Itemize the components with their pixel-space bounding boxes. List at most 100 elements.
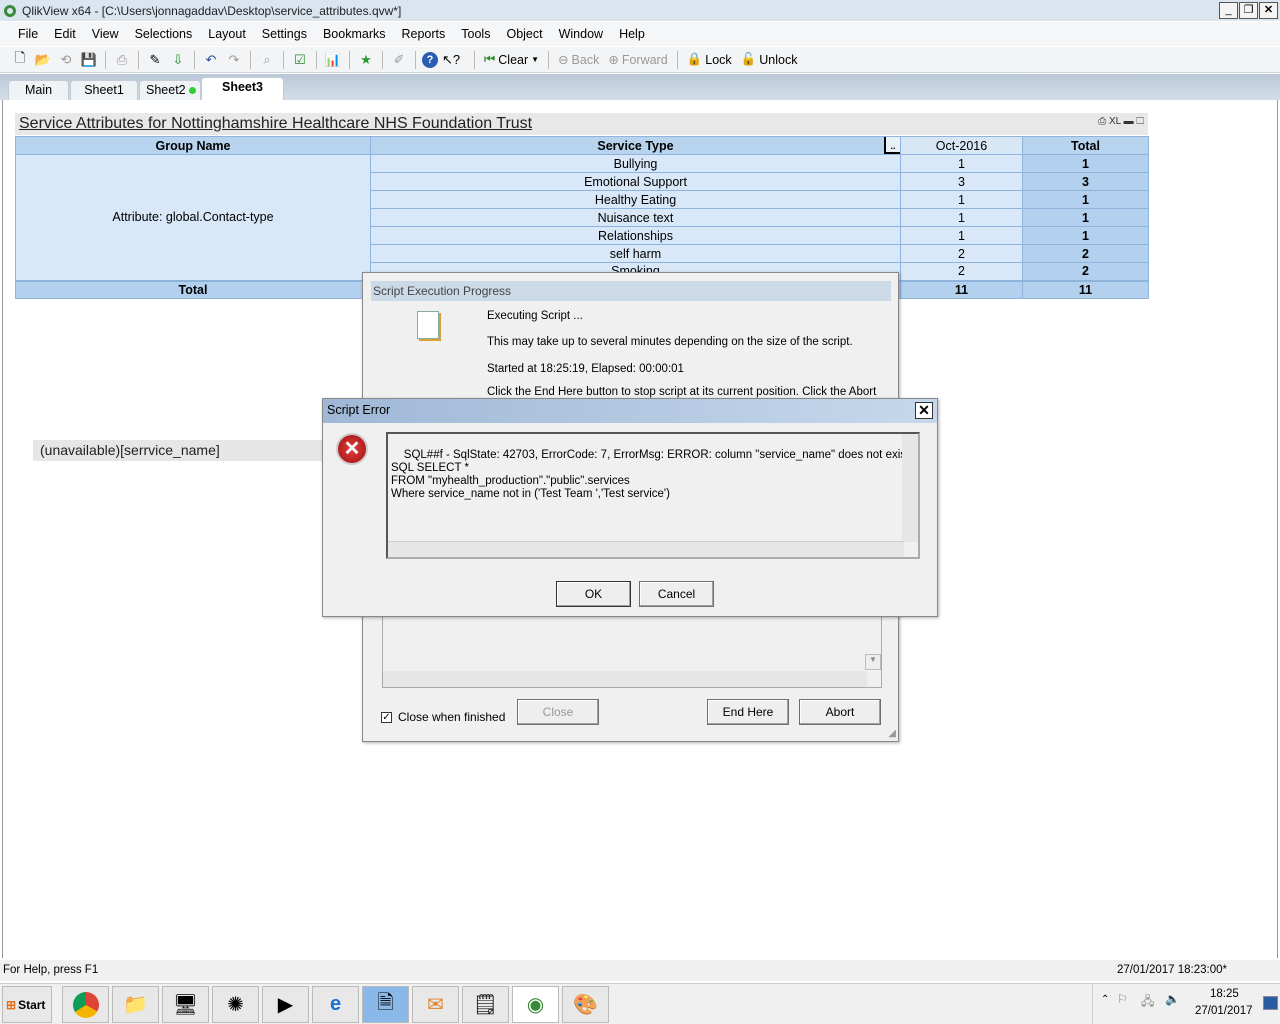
edit-script-icon[interactable]: ✎ [145, 50, 165, 70]
progress-dialog-title: Script Execution Progress [371, 281, 891, 301]
volume-icon[interactable]: 🔈 [1165, 992, 1180, 1006]
network-icon[interactable]: 🖧 [1141, 992, 1154, 1013]
error-close-button[interactable]: ✕ [915, 402, 933, 419]
save-icon[interactable]: 💾 [79, 50, 99, 70]
new-icon[interactable]: 🗋 [10, 50, 30, 70]
end-here-button[interactable]: End Here [707, 699, 789, 725]
print-icon[interactable]: ⎙ [112, 50, 132, 70]
qlikview-taskbar-icon[interactable]: ◉ [512, 986, 559, 1023]
menu-reports[interactable]: Reports [402, 27, 446, 41]
horizontal-scrollbar[interactable] [388, 541, 904, 557]
network-app-icon[interactable]: ✺ [212, 986, 259, 1023]
header-service-type[interactable]: Service Type.. [370, 136, 901, 155]
service-cell[interactable]: Nuisance text [370, 208, 901, 227]
menu-window[interactable]: Window [559, 27, 603, 41]
menu-selections[interactable]: Selections [135, 27, 193, 41]
menu-file[interactable]: File [18, 27, 38, 41]
minimize-button[interactable]: _ [1219, 2, 1238, 19]
menu-help[interactable]: Help [619, 27, 645, 41]
caption-icons[interactable]: ⎙ XL ▬ ☐ [1098, 116, 1144, 127]
system-tray: ⌃ ⚐ 🖧 🔈 18:25 27/01/2017 [1092, 984, 1280, 1024]
abort-button[interactable]: Abort [799, 699, 881, 725]
media-player-icon[interactable]: ▶ [262, 986, 309, 1023]
start-button[interactable]: ⊞ Start [2, 986, 52, 1023]
edit-icon[interactable]: ✐ [389, 50, 409, 70]
menu-bookmarks[interactable]: Bookmarks [323, 27, 386, 41]
outlook-icon[interactable]: ✉ [412, 986, 459, 1023]
menu-edit[interactable]: Edit [54, 27, 76, 41]
chart-wizard-icon[interactable]: 📊 [323, 50, 343, 70]
lock-icon: 🔒 [686, 52, 703, 66]
chrome-icon[interactable] [62, 986, 109, 1023]
group-cell[interactable]: Attribute: global.Contact-type [15, 154, 371, 281]
dropdown-handle-icon[interactable]: .. [884, 137, 900, 154]
status-bar: For Help, press F1 27/01/2017 18:23:00* [0, 960, 1280, 981]
reload-icon[interactable]: ⟲ [56, 50, 76, 70]
header-total[interactable]: Total [1022, 136, 1149, 155]
oct-cell: 3 [900, 172, 1023, 191]
search-icon[interactable]: ⌕ [257, 50, 277, 70]
checkbox-icon[interactable]: ☑ [290, 50, 310, 70]
tab-sheet3[interactable]: Sheet3 [201, 77, 284, 100]
total-cell: 1 [1022, 154, 1149, 173]
total-cell: 1 [1022, 226, 1149, 245]
scroll-down-icon[interactable]: ▼ [865, 654, 881, 670]
menu-object[interactable]: Object [506, 27, 542, 41]
ok-button[interactable]: OK [556, 581, 631, 607]
service-cell[interactable]: Bullying [370, 154, 901, 173]
tab-sheet2[interactable]: Sheet2 [139, 80, 201, 100]
undo-icon[interactable]: ↶ [201, 50, 221, 70]
oct-cell: 2 [900, 244, 1023, 263]
header-oct-2016[interactable]: Oct-2016 [900, 136, 1023, 155]
document-app-icon[interactable]: 🗎 [362, 986, 409, 1023]
notepad-icon[interactable]: 🗒 [462, 986, 509, 1023]
remote-desktop-icon[interactable]: 🖥 [162, 986, 209, 1023]
menu-tools[interactable]: Tools [461, 27, 490, 41]
internet-explorer-icon[interactable]: e [312, 986, 359, 1023]
paint-icon[interactable]: 🎨 [562, 986, 609, 1023]
table-title: Service Attributes for Nottinghamshire H… [19, 115, 533, 132]
header-group-name[interactable]: Group Name [15, 136, 371, 155]
service-cell[interactable]: Emotional Support [370, 172, 901, 191]
menu-settings[interactable]: Settings [262, 27, 307, 41]
toolbar: 🗋 📂 ⟲ 💾 ⎙ ✎ ⇩ ↶ ↷ ⌕ ☑ 📊 ★ ✐ ? ↖? ⏮ Clear ▼… [0, 47, 1280, 73]
clock-date[interactable]: 27/01/2017 [1195, 1005, 1253, 1017]
context-help-icon[interactable]: ↖? [441, 50, 461, 70]
vertical-scrollbar[interactable] [902, 434, 918, 542]
close-button[interactable]: Close [517, 699, 599, 725]
error-message-box[interactable]: SQL##f - SqlState: 42703, ErrorCode: 7, … [386, 432, 920, 559]
tab-main[interactable]: Main [8, 80, 69, 100]
clear-button[interactable]: ⏮ Clear ▼ [481, 52, 542, 67]
unlock-button[interactable]: 🔓 Unlock [738, 52, 801, 67]
restore-button[interactable]: ❐ [1239, 2, 1258, 19]
menu-layout[interactable]: Layout [208, 27, 246, 41]
tray-expand-icon[interactable]: ⌃ [1101, 994, 1109, 1005]
forward-button[interactable]: ⊕ Forward [605, 52, 670, 68]
close-when-finished-checkbox[interactable]: ✓ Close when finished [381, 710, 505, 724]
sheet-tabs: Main Sheet1 Sheet2 Sheet3 [0, 74, 1280, 100]
cancel-button[interactable]: Cancel [639, 581, 714, 607]
back-button[interactable]: ⊖ Back [555, 52, 602, 68]
tab-sheet1[interactable]: Sheet1 [70, 80, 138, 100]
export-excel-icon[interactable]: XL [1109, 116, 1121, 127]
unavailable-text-object[interactable]: (unavailable)[serrvice_name] [33, 440, 323, 461]
open-icon[interactable]: 📂 [33, 50, 53, 70]
service-cell[interactable]: self harm [370, 244, 901, 263]
clock-time[interactable]: 18:25 [1210, 988, 1239, 1000]
redo-icon[interactable]: ↷ [224, 50, 244, 70]
lock-button[interactable]: 🔒 Lock [684, 52, 735, 67]
help-icon[interactable]: ? [422, 51, 438, 68]
bookmark-star-icon[interactable]: ★ [356, 50, 376, 70]
flag-icon[interactable]: ⚐ [1117, 992, 1128, 1006]
progress-line-elapsed: Started at 18:25:19, Elapsed: 00:00:01 [487, 363, 684, 375]
resize-grip-icon[interactable]: ◢ [888, 728, 896, 739]
table-caption[interactable]: Service Attributes for Nottinghamshire H… [15, 113, 1148, 135]
file-explorer-icon[interactable]: 📁 [112, 986, 159, 1023]
show-desktop-button[interactable] [1263, 996, 1278, 1010]
service-cell[interactable]: Healthy Eating [370, 190, 901, 209]
menu-view[interactable]: View [92, 27, 119, 41]
horizontal-scrollbar[interactable] [383, 671, 867, 687]
reload-data-icon[interactable]: ⇩ [168, 50, 188, 70]
service-cell[interactable]: Relationships [370, 226, 901, 245]
close-window-button[interactable]: ✕ [1259, 2, 1278, 19]
